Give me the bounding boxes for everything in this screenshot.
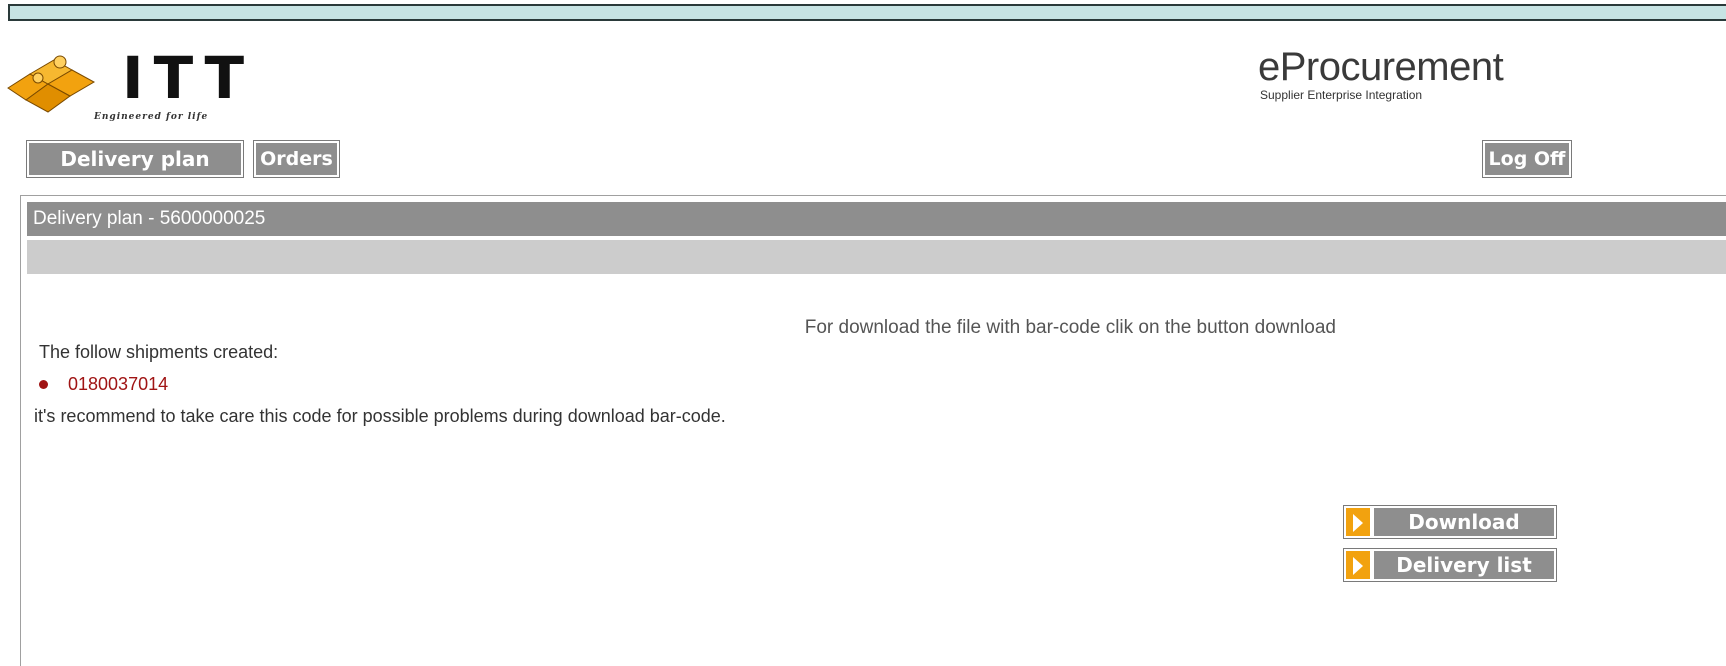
play-arrow-icon (1346, 508, 1370, 536)
delivery-list-button-label: Delivery list (1374, 551, 1554, 579)
shipment-code-item: 0180037014 (39, 374, 168, 395)
brand-block: eProcurement Supplier Enterprise Integra… (1258, 44, 1504, 102)
log-off-button-label: Log Off (1485, 143, 1569, 175)
logo-tagline: Engineered for life (94, 112, 209, 122)
delivery-plan-button-label: Delivery plan (29, 143, 241, 175)
shipment-code: 0180037014 (68, 374, 169, 394)
delivery-list-button[interactable]: Delivery list (1343, 548, 1557, 582)
download-hint-text: For download the file with bar-code clik… (804, 317, 1336, 338)
recommend-text: it's recommend to take care this code fo… (34, 406, 726, 426)
play-arrow-icon (1346, 551, 1370, 579)
bullet-icon (39, 380, 48, 389)
delivery-plan-button[interactable]: Delivery plan (26, 140, 244, 178)
itt-logo: ITT Engineered for life (6, 36, 306, 126)
log-off-button[interactable]: Log Off (1482, 140, 1572, 178)
orders-button[interactable]: Orders (253, 140, 340, 178)
brand-title: eProcurement (1258, 45, 1504, 89)
delivery-plan-panel: Delivery plan - 5600000025 The follow sh… (20, 195, 1726, 666)
top-strip (8, 4, 1726, 21)
orders-button-label: Orders (256, 143, 337, 175)
logo-wordmark: ITT (122, 44, 255, 112)
download-button[interactable]: Download (1343, 505, 1557, 539)
shipments-created-text: The follow shipments created: (39, 342, 279, 362)
download-button-label: Download (1374, 508, 1554, 536)
panel-title: Delivery plan - 5600000025 (27, 202, 1726, 236)
panel-subbar (27, 240, 1726, 274)
brand-subtitle: Supplier Enterprise Integration (1260, 88, 1423, 102)
